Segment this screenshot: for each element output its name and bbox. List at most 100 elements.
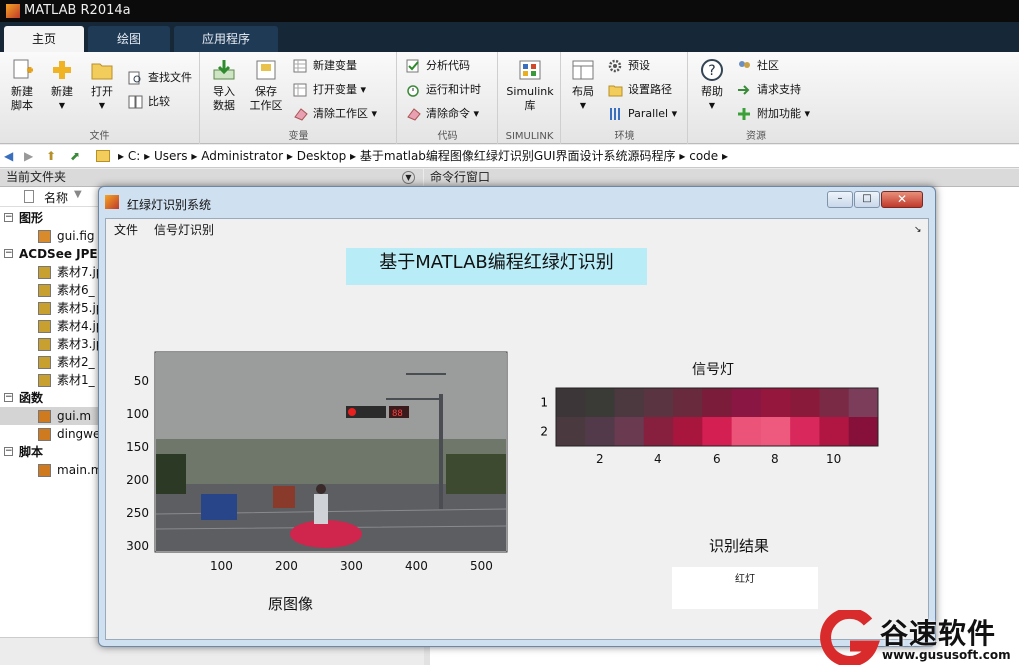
file-item-label: 素材4.jp: [57, 319, 104, 333]
menu-file[interactable]: 文件: [114, 219, 138, 241]
request-support-label: 请求支持: [757, 83, 801, 96]
request-support-button[interactable]: 请求支持: [737, 80, 801, 100]
heatmap-cell: [760, 388, 791, 418]
image-caption: 原图像: [268, 595, 314, 613]
clear-workspace-label: 清除工作区: [313, 107, 368, 120]
jpg-file-icon: [38, 320, 51, 333]
m-file-icon: [38, 410, 51, 423]
breadcrumb-item[interactable]: Administrator: [201, 149, 283, 163]
community-button[interactable]: 社区: [737, 56, 779, 76]
image-xtick: 100: [210, 559, 233, 573]
heatmap-cell: [848, 417, 879, 447]
image-ytick: 50: [134, 374, 149, 388]
heatmap-cell: [702, 388, 733, 418]
preferences-button[interactable]: 预设: [608, 56, 650, 76]
addons-button[interactable]: 附加功能 ▾: [737, 104, 810, 124]
clear-workspace-button[interactable]: 清除工作区 ▾: [293, 104, 377, 124]
up-folder-icon[interactable]: ⬆: [46, 145, 56, 167]
back-icon[interactable]: ◀: [4, 145, 13, 167]
breadcrumb-item[interactable]: Desktop: [297, 149, 347, 163]
gui-window: 红绿灯识别系统 – □ ✕ 文件 信号灯识别 ↘ 基于MATLAB编程红绿灯识别: [98, 186, 936, 647]
heatmap-cell: [556, 417, 586, 447]
image-axes[interactable]: 88 50 100 150 200 250 300: [116, 334, 516, 564]
heatmap-cell: [643, 388, 674, 418]
result-text: 红灯: [735, 574, 755, 585]
run-time-button[interactable]: 运行和计时: [406, 80, 481, 100]
jpg-file-icon: [38, 338, 51, 351]
new-variable-button[interactable]: 新建变量: [293, 56, 357, 76]
new-script-icon: [13, 59, 33, 79]
matlab-logo-icon: [6, 4, 20, 18]
jpg-file-icon: [38, 284, 51, 297]
forward-icon[interactable]: ▶: [24, 145, 33, 167]
help-button[interactable]: ? 帮助 ▼: [693, 58, 731, 113]
gear-icon: [608, 59, 622, 73]
eraser-icon: [407, 108, 421, 121]
jpg-file-icon: [38, 266, 51, 279]
breadcrumb-item[interactable]: Users: [154, 149, 188, 163]
collapse-icon[interactable]: −: [4, 213, 13, 222]
save-workspace-button[interactable]: 保存 工作区: [247, 58, 285, 113]
plus-icon: [53, 61, 71, 79]
analyze-code-button[interactable]: 分析代码: [406, 56, 470, 76]
collapse-icon[interactable]: −: [4, 249, 13, 258]
ribbon: 新建 脚本 新建 ▼ 打开 ▼ 查找文件 比较 文件 导入 数据 保存 工作区 新建…: [0, 52, 1019, 144]
group-simulink-label: SIMULINK: [505, 131, 554, 142]
tab-plots[interactable]: 绘图: [88, 26, 170, 52]
menu-signal-recognition[interactable]: 信号灯识别: [154, 219, 214, 241]
layout-icon: [572, 60, 594, 80]
heading-banner: 基于MATLAB编程红绿灯识别: [346, 248, 647, 285]
current-folder-header: 当前文件夹 ▼: [0, 169, 423, 187]
heatmap-cell: [760, 417, 791, 447]
save-workspace-label: 保存 工作区: [249, 85, 283, 112]
name-column-header[interactable]: 名称: [44, 189, 68, 206]
tab-home[interactable]: 主页: [4, 26, 84, 52]
set-path-button[interactable]: 设置路径: [608, 80, 672, 100]
signal-heatmap[interactable]: 12: [526, 364, 886, 459]
group-code-label: 代码: [437, 131, 458, 142]
new-script-button[interactable]: 新建 脚本: [3, 58, 41, 113]
file-item-label: 素材6_: [57, 283, 95, 297]
simulink-library-button[interactable]: Simulink 库: [503, 58, 557, 113]
parallel-button[interactable]: Parallel ▾: [608, 104, 677, 124]
open-button[interactable]: 打开 ▼: [83, 58, 121, 113]
address-bar[interactable]: ◀ ▶ ⬆ ⬈ ▸ C: ▸ Users ▸ Administrator ▸ D…: [0, 145, 1019, 168]
clear-commands-button[interactable]: 清除命令 ▾: [406, 104, 479, 124]
minimize-button[interactable]: –: [827, 191, 853, 208]
jpg-file-icon: [38, 302, 51, 315]
breadcrumb-item[interactable]: 基于matlab编程图像红绿灯识别GUI界面设计系统源码程序: [360, 149, 676, 163]
breadcrumb-item[interactable]: C:: [128, 149, 140, 163]
new-button[interactable]: 新建 ▼: [43, 58, 81, 113]
group-resources-label: 资源: [746, 131, 766, 142]
support-icon: [738, 85, 750, 95]
compare-button[interactable]: 比较: [128, 92, 170, 112]
image-y-ticks: 50 100 150 200 250 300: [126, 374, 149, 553]
dock-icon[interactable]: ↘: [914, 219, 922, 241]
signal-xtick: 10: [826, 452, 842, 466]
gui-heading: 基于MATLAB编程红绿灯识别: [379, 252, 614, 273]
find-files-button[interactable]: 查找文件: [128, 68, 192, 88]
group-env-label: 环境: [614, 131, 635, 142]
tab-apps[interactable]: 应用程序: [174, 26, 278, 52]
image-ytick: 200: [126, 473, 149, 487]
gui-client-area: 文件 信号灯识别 ↘ 基于MATLAB编程红绿灯识别 88 50 100 150…: [105, 218, 929, 640]
folder-icon: [96, 150, 110, 162]
stopwatch-icon: [407, 85, 419, 97]
watermark: 谷速软件 www.gususoft.com: [820, 610, 1019, 665]
run-time-label: 运行和计时: [426, 83, 481, 96]
find-files-label: 查找文件: [148, 71, 192, 84]
breadcrumb-item[interactable]: code: [689, 149, 718, 163]
open-variable-button[interactable]: 打开变量 ▾: [293, 80, 366, 100]
maximize-button[interactable]: □: [854, 191, 880, 208]
new-label: 新建: [51, 85, 73, 98]
sort-icon: ▼: [74, 189, 82, 200]
layout-button[interactable]: 布局 ▼: [564, 58, 602, 113]
collapse-icon[interactable]: −: [4, 447, 13, 456]
group-file-label: 文件: [89, 131, 110, 142]
close-button[interactable]: ✕: [881, 191, 923, 208]
panel-menu-icon[interactable]: ▼: [402, 171, 415, 184]
import-data-button[interactable]: 导入 数据: [205, 58, 243, 113]
heatmap-cell: [819, 417, 850, 447]
collapse-icon[interactable]: −: [4, 393, 13, 402]
browse-icon[interactable]: ⬈: [70, 145, 80, 167]
